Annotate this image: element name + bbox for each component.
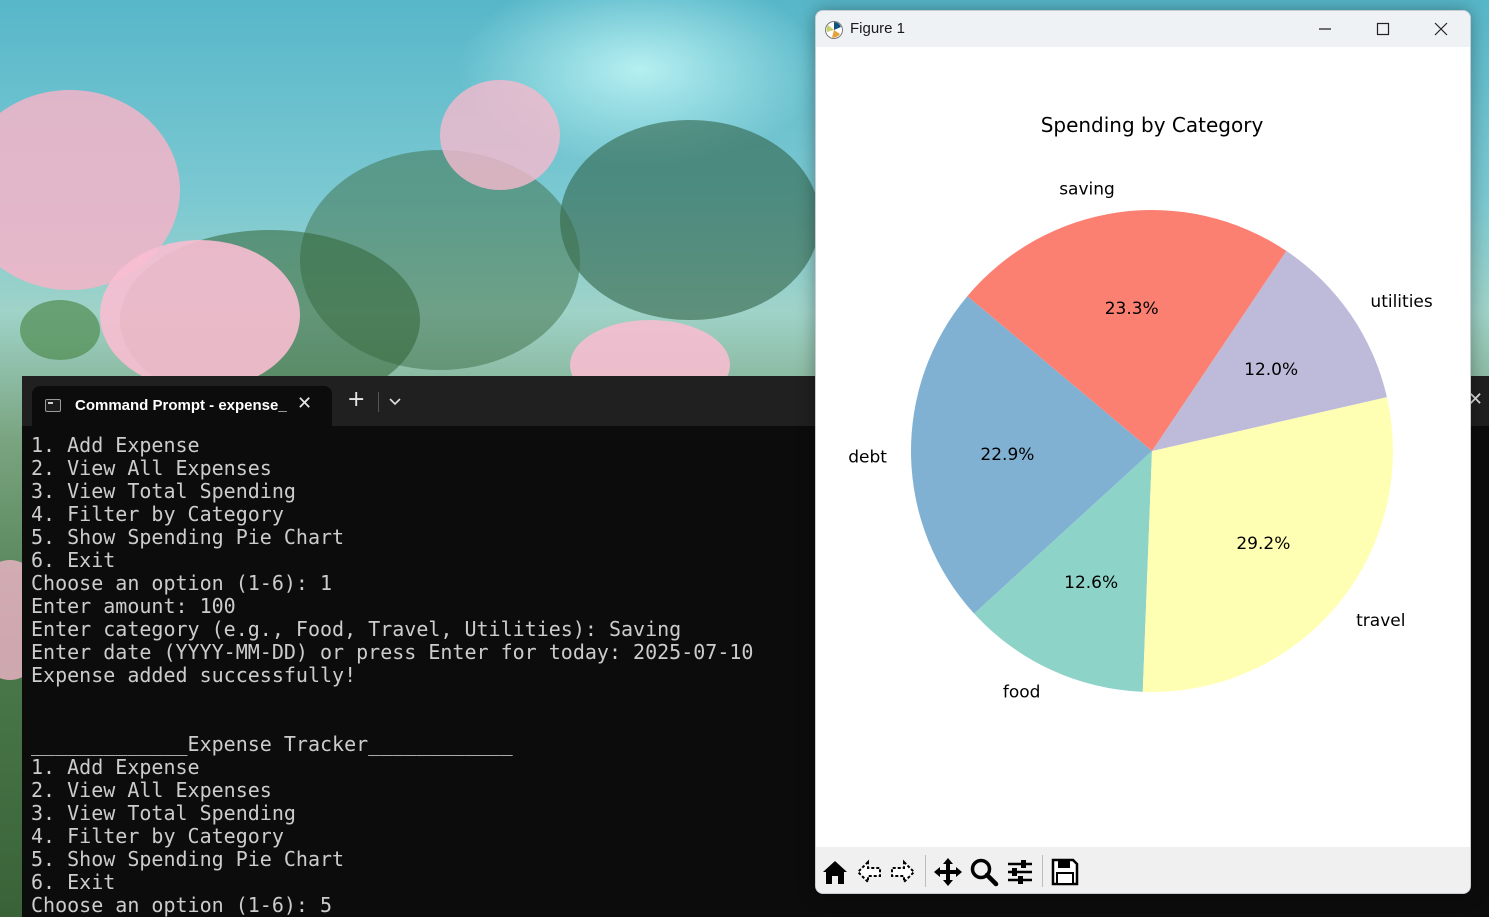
pie-category-label: debt [848,448,887,468]
figure-toolbar [816,847,1470,893]
figure-canvas[interactable]: Spending by Category 22.9%debt12.6%food2… [816,47,1471,847]
pan-icon[interactable] [932,856,964,888]
pie-percent-label: 22.9% [980,445,1034,465]
home-icon[interactable] [819,856,851,888]
save-icon[interactable] [1049,856,1081,888]
tab-divider [378,392,379,412]
terminal-tab[interactable]: Command Prompt - expense_ ✕ [32,386,332,426]
chevron-down-icon[interactable] [386,392,404,410]
configure-subplots-icon[interactable] [1004,856,1036,888]
pie-percent-label: 12.6% [1064,573,1118,593]
toolbar-separator [1042,855,1043,887]
figure-title: Figure 1 [850,20,906,37]
forward-icon[interactable] [886,856,918,888]
close-button[interactable] [1419,17,1463,41]
pie-chart: 22.9% debt 12.6% food 29.2% travel 12.0% utilit… [848,180,1433,703]
pie-percent-label: 29.2% [1236,534,1290,554]
pie-category-label: saving [1059,180,1115,200]
pie-percent-label: 23.3% [1105,299,1159,319]
maximize-button[interactable] [1361,17,1405,41]
figure-titlebar: Figure 1 [816,11,1470,47]
back-icon[interactable] [854,856,886,888]
matplotlib-icon [825,21,843,39]
pie-category-label: utilities [1370,292,1432,312]
minimize-button[interactable] [1303,17,1347,41]
pie-percent-label: 12.0% [1244,360,1298,380]
terminal-tab-title: Command Prompt - expense_ [75,397,287,414]
chart-title: Spending by Category [1041,113,1264,137]
new-tab-button[interactable]: + [347,389,365,411]
toolbar-separator [925,855,926,887]
zoom-icon[interactable] [968,856,1000,888]
pie-category-label: travel [1356,611,1405,631]
close-tab-icon[interactable]: ✕ [297,394,312,414]
terminal-output[interactable]: 1. Add Expense 2. View All Expenses 3. V… [31,434,753,917]
pie-category-label: food [1003,682,1041,702]
command-prompt-icon [45,399,61,412]
figure-window[interactable]: Figure 1 Spending by Category 22.9% debt 1… [815,10,1471,894]
